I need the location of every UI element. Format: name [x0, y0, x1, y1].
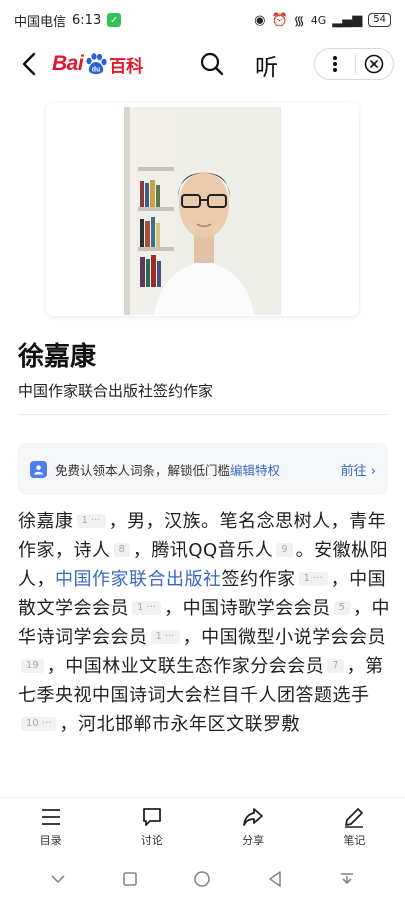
more-button[interactable]: [315, 49, 355, 79]
entry-summary: 徐嘉康 1 ··· ，男，汉族。笔名念思树人，青年作家，诗人 8 ，腾讯QQ音乐人 9 。安…: [18, 511, 390, 735]
eye-icon: ◉: [254, 12, 266, 28]
signal-icon: ▂▄▆: [332, 12, 363, 28]
entry-title: 徐嘉康: [18, 342, 97, 372]
reference-marker[interactable]: 9: [276, 543, 293, 557]
reference-marker[interactable]: 1 ···: [132, 601, 162, 615]
share-icon: [243, 808, 264, 826]
mini-program-capsule: [314, 48, 394, 80]
claim-go-button[interactable]: 前往 ›: [341, 460, 376, 479]
svg-text:du: du: [92, 67, 101, 74]
note-button[interactable]: 笔记: [304, 798, 405, 855]
wechat-notification-icon: ✓: [107, 13, 122, 27]
back-arrow-icon[interactable]: [16, 50, 44, 78]
carrier-label: 中国电信: [14, 14, 67, 30]
share-label: 分享: [242, 834, 265, 847]
system-nav-bar: [0, 858, 405, 900]
pencil-icon: [345, 808, 364, 828]
notification-pull-icon[interactable]: [337, 869, 357, 889]
reference-marker[interactable]: 5: [333, 601, 350, 615]
reference-marker[interactable]: 1 ···: [150, 630, 180, 644]
claim-text: 免费认领本人词条，解锁低门槛编辑特权: [55, 462, 281, 478]
wifi-icon: ᯾: [293, 14, 305, 29]
baidu-baike-logo[interactable]: Bai du 百科: [52, 48, 143, 80]
recents-square-icon[interactable]: [120, 869, 140, 889]
close-circle-icon: [364, 54, 384, 74]
battery-indicator: 54: [368, 13, 391, 27]
reference-marker[interactable]: 7: [327, 659, 344, 673]
comment-icon: [142, 808, 161, 826]
back-triangle-icon[interactable]: [265, 869, 285, 889]
listen-button[interactable]: 听: [255, 48, 278, 82]
portrait-photo[interactable]: [124, 107, 281, 315]
publisher-link[interactable]: 中国作家联合出版社: [55, 569, 222, 590]
discuss-button[interactable]: 讨论: [101, 798, 202, 855]
status-bar: 中国电信 6:13 ✓ ◉ ⏰ ᯾ 4G ▂▄▆ 54: [0, 0, 405, 40]
user-badge-icon: [30, 460, 47, 478]
reference-marker[interactable]: 19: [21, 659, 44, 673]
bottom-toolbar: 目录 讨论 分享 笔记: [0, 797, 405, 855]
alarm-icon: ⏰: [271, 12, 288, 28]
discuss-label: 讨论: [140, 834, 163, 847]
clock: 6:13: [72, 12, 102, 28]
close-button[interactable]: [355, 49, 393, 79]
list-icon: [41, 809, 60, 825]
claim-banner[interactable]: 免费认领本人词条，解锁低门槛编辑特权 前往 ›: [18, 443, 388, 495]
home-circle-icon[interactable]: [192, 869, 212, 889]
toc-label: 目录: [39, 834, 62, 847]
baidu-paw-icon: du: [86, 53, 107, 74]
edit-privilege-link[interactable]: 编辑特权: [230, 463, 280, 478]
chevron-down-icon[interactable]: [48, 869, 68, 889]
note-label: 笔记: [343, 834, 366, 847]
divider: [18, 414, 388, 415]
toc-button[interactable]: 目录: [0, 798, 101, 855]
share-button[interactable]: 分享: [203, 798, 304, 855]
reference-marker[interactable]: 1 ···: [76, 514, 106, 528]
entry-subtitle: 中国作家联合出版社签约作家: [18, 382, 214, 400]
search-icon[interactable]: [198, 50, 226, 78]
reference-marker[interactable]: 1 ···: [298, 572, 328, 586]
more-dots-icon: [332, 56, 337, 72]
reference-marker[interactable]: 8: [113, 543, 130, 557]
top-nav: Bai du 百科 听: [0, 40, 405, 88]
reference-marker[interactable]: 10 ···: [21, 717, 57, 731]
network-label: 4G: [310, 13, 327, 27]
